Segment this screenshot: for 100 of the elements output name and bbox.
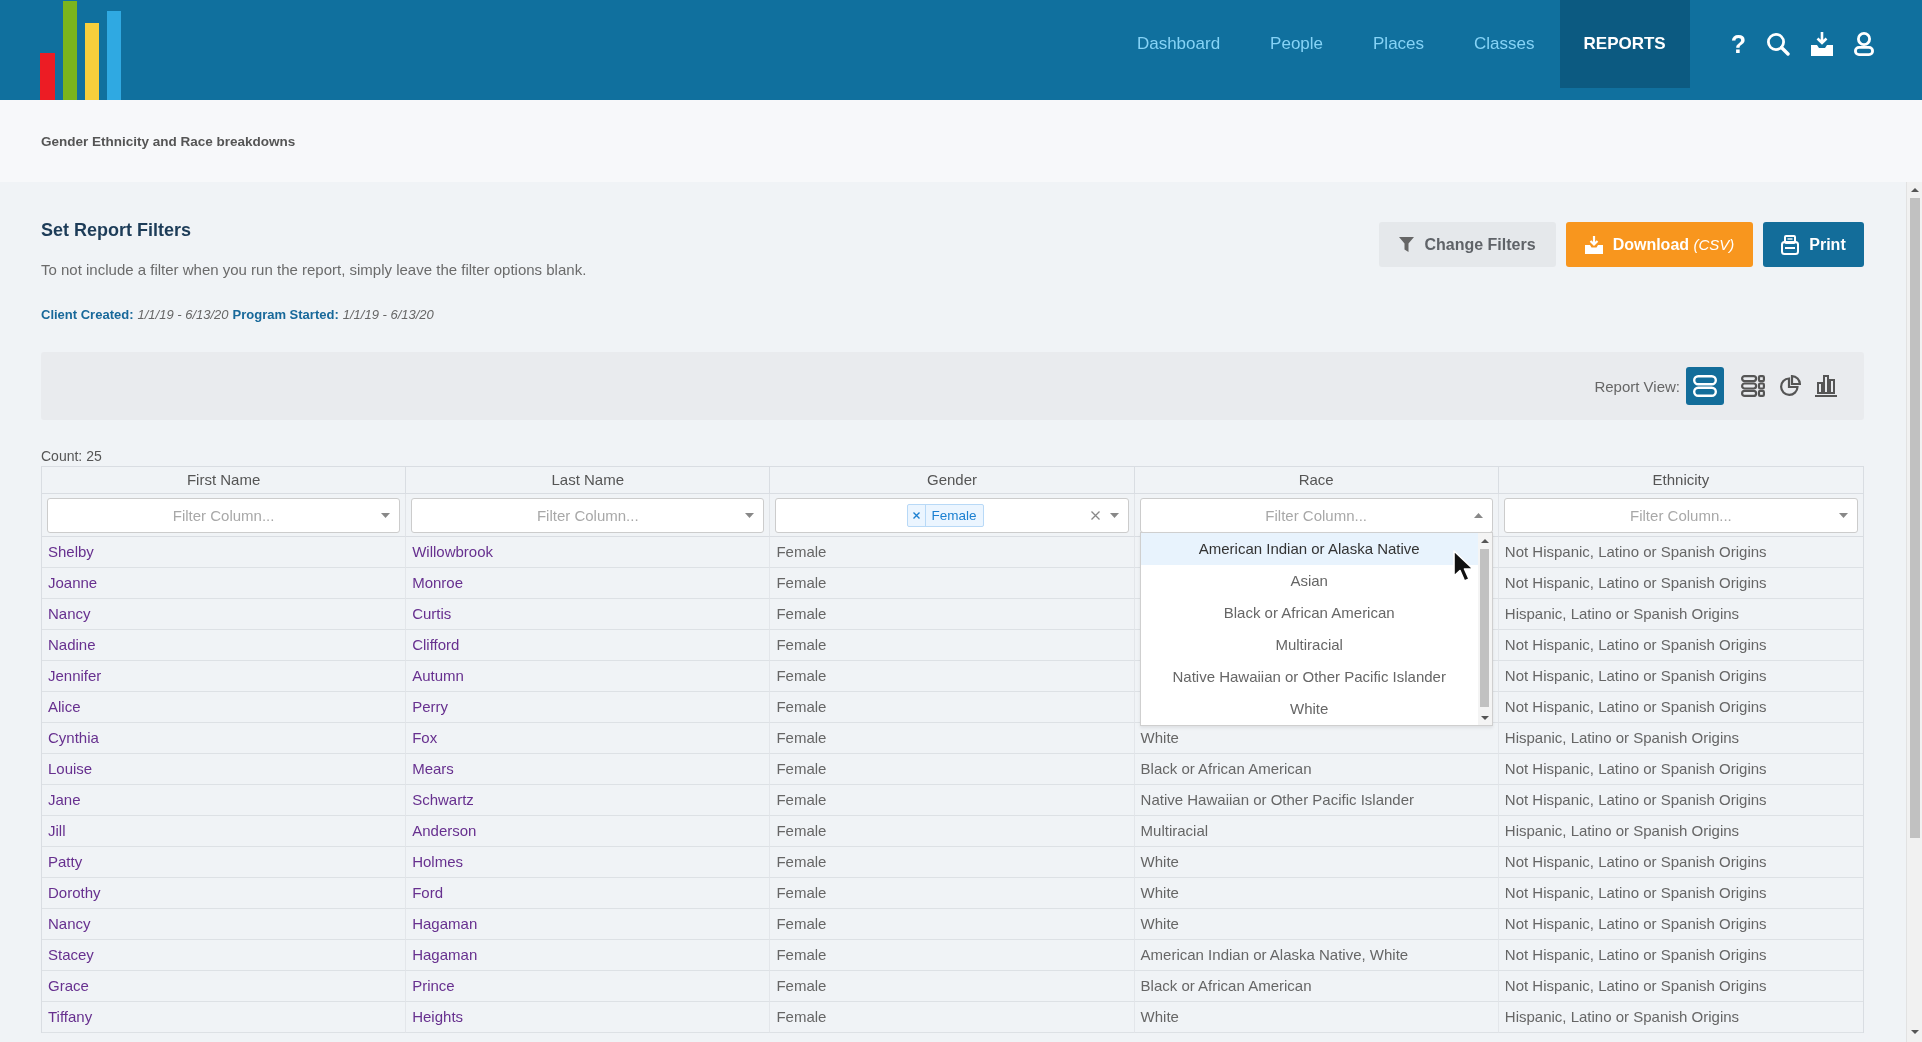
column-header: Race xyxy=(1134,467,1499,494)
table-cell: Female xyxy=(770,599,1135,630)
name-link[interactable]: Joanne xyxy=(48,574,98,591)
table-cell: Female xyxy=(770,878,1135,909)
name-link[interactable]: Prince xyxy=(412,977,455,994)
dropdown-option[interactable]: American Indian or Alaska Native xyxy=(1140,533,1478,565)
name-link[interactable]: Anderson xyxy=(412,822,477,839)
caret-down-icon[interactable] xyxy=(745,513,755,518)
name-link[interactable]: Nancy xyxy=(48,605,91,622)
page-title: Gender Ethnicity and Race breakdowns xyxy=(41,133,296,149)
bar-chart-icon xyxy=(1815,375,1837,397)
view-button[interactable] xyxy=(1686,367,1724,405)
name-link[interactable]: Schwartz xyxy=(412,791,474,808)
help-button[interactable]: ? xyxy=(1730,31,1746,57)
table-cell: Not Hispanic, Latino or Spanish Origins xyxy=(1498,754,1863,785)
name-link[interactable]: Hagaman xyxy=(412,946,478,963)
dropdown-option[interactable]: Asian xyxy=(1140,565,1478,597)
dropdown-option[interactable]: Native Hawaiian or Other Pacific Islander xyxy=(1140,661,1478,693)
download-icon[interactable] xyxy=(1810,32,1834,56)
name-link[interactable]: Monroe xyxy=(412,574,464,591)
table-cell: Hispanic, Latino or Spanish Origins xyxy=(1498,1002,1863,1033)
name-link[interactable]: Shelby xyxy=(48,543,94,560)
table-cell: White xyxy=(1134,723,1499,754)
table-cell: American Indian or Alaska Native, White xyxy=(1134,940,1499,971)
column-header: First Name xyxy=(42,467,407,494)
name-link[interactable]: Holmes xyxy=(412,853,464,870)
name-link[interactable]: Perry xyxy=(412,698,449,715)
name-link[interactable]: Ford xyxy=(412,884,444,901)
table-cell: Female xyxy=(770,754,1135,785)
name-link[interactable]: Hagaman xyxy=(412,915,478,932)
user-icon[interactable] xyxy=(1854,32,1874,56)
table-cell: Not Hispanic, Latino or Spanish Origins xyxy=(1498,661,1863,692)
table-cell: Black or African American xyxy=(1134,971,1499,1002)
scrollbar[interactable] xyxy=(1906,182,1922,1042)
table-cell: White xyxy=(1134,878,1499,909)
caret-up-icon[interactable] xyxy=(1473,513,1483,518)
dropdown-option[interactable]: Black or African American xyxy=(1140,597,1478,629)
change-filters-button[interactable]: Change Filters xyxy=(1379,222,1556,267)
name-link[interactable]: Patty xyxy=(48,853,83,870)
caret-down-icon[interactable] xyxy=(1109,513,1119,518)
column-header: Ethnicity xyxy=(1498,467,1863,494)
table-cell: Not Hispanic, Latino or Spanish Origins xyxy=(1498,940,1863,971)
table-cell: Female xyxy=(770,909,1135,940)
table-cell: Hispanic, Latino or Spanish Origins xyxy=(1498,599,1863,630)
printer-icon xyxy=(1781,234,1800,255)
close-icon[interactable] xyxy=(913,512,921,519)
search-icon[interactable] xyxy=(1766,32,1790,56)
scrollbar[interactable] xyxy=(1477,533,1492,725)
name-link[interactable]: Nadine xyxy=(48,636,96,653)
table-cell: Female xyxy=(770,568,1135,599)
filter-label: Program Started: xyxy=(232,306,339,324)
table-cell: Female xyxy=(770,816,1135,847)
name-link[interactable]: Jane xyxy=(48,791,81,808)
table-cell: Hispanic, Latino or Spanish Origins xyxy=(1498,816,1863,847)
name-link[interactable]: Jennifer xyxy=(48,667,102,684)
name-link[interactable]: Mears xyxy=(412,760,454,777)
caret-down-icon[interactable] xyxy=(381,513,391,518)
table-cell: Female xyxy=(770,971,1135,1002)
table-cell: Female xyxy=(770,661,1135,692)
filter-label: Client Created: xyxy=(41,306,134,324)
filter-value: 1/1/19 - 6/13/20 xyxy=(137,306,229,324)
name-link[interactable]: Grace xyxy=(48,977,89,994)
table-cell: Not Hispanic, Latino or Spanish Origins xyxy=(1498,568,1863,599)
name-link[interactable]: Louise xyxy=(48,760,93,777)
name-link[interactable]: Autumn xyxy=(412,667,464,684)
name-link[interactable]: Jill xyxy=(48,822,66,839)
description-text: To not include a filter when you run the report, simply leave the filter options blank. xyxy=(41,260,587,280)
table-cell: Hispanic, Latino or Spanish Origins xyxy=(1498,723,1863,754)
table-cell: Female xyxy=(770,1002,1135,1033)
name-link[interactable]: Cynthia xyxy=(48,729,99,746)
table-cell: Not Hispanic, Latino or Spanish Origins xyxy=(1498,692,1863,723)
name-link[interactable]: Tiffany xyxy=(48,1008,93,1025)
table-cell: Female xyxy=(770,847,1135,878)
funnel-icon xyxy=(1399,237,1415,252)
dropdown-option[interactable]: White xyxy=(1140,693,1478,725)
print-button[interactable]: Print xyxy=(1763,222,1864,267)
view-button[interactable] xyxy=(1741,375,1765,397)
view-button[interactable] xyxy=(1779,375,1801,397)
filter-dropdown[interactable]: Female xyxy=(775,498,1129,533)
name-link[interactable]: Nancy xyxy=(48,915,91,932)
name-link[interactable]: Willowbrook xyxy=(412,543,494,560)
name-link[interactable]: Fox xyxy=(412,729,438,746)
nav-link[interactable]: REPORTS xyxy=(1559,0,1690,88)
name-link[interactable]: Alice xyxy=(48,698,81,715)
filter-value: 1/1/19 - 6/13/20 xyxy=(342,306,434,324)
table-cell: Female xyxy=(770,785,1135,816)
name-link[interactable]: Heights xyxy=(412,1008,464,1025)
filter-tag[interactable]: Female xyxy=(907,504,984,527)
table-cell: Not Hispanic, Latino or Spanish Origins xyxy=(1498,971,1863,1002)
table-cell: Female xyxy=(770,723,1135,754)
column-header: Gender xyxy=(770,467,1135,494)
table-cell: Not Hispanic, Latino or Spanish Origins xyxy=(1498,847,1863,878)
close-icon[interactable] xyxy=(1090,511,1100,520)
view-button[interactable] xyxy=(1815,375,1837,397)
name-link[interactable]: Dorothy xyxy=(48,884,101,901)
dropdown-option[interactable]: Multiracial xyxy=(1140,629,1478,661)
name-link[interactable]: Clifford xyxy=(412,636,460,653)
name-link[interactable]: Curtis xyxy=(412,605,452,622)
name-link[interactable]: Stacey xyxy=(48,946,94,963)
caret-down-icon[interactable] xyxy=(1839,513,1848,518)
